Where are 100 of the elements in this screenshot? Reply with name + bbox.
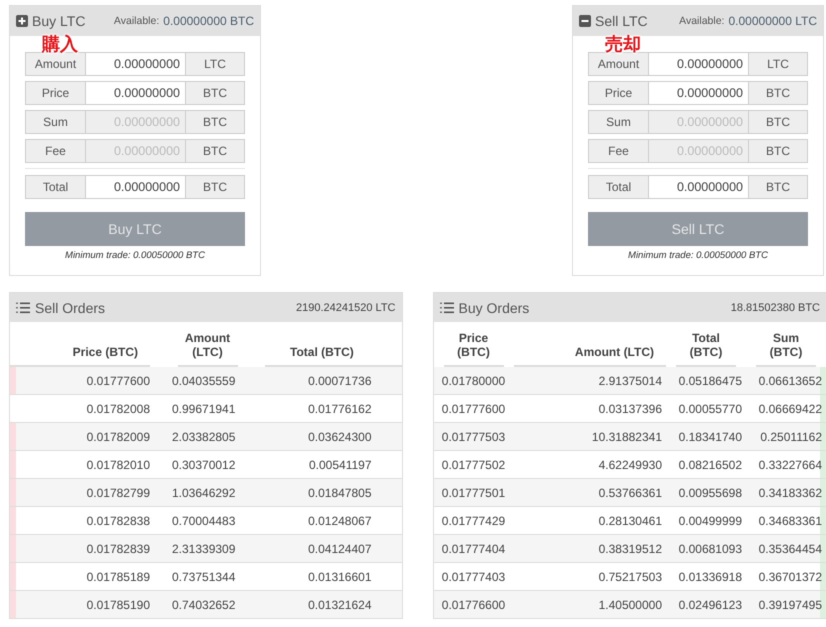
input-field[interactable]: 0.00000000	[649, 52, 748, 76]
table-cell-text: 1.03646292	[171, 486, 236, 500]
table-cell-text: 0.01777429	[440, 514, 506, 528]
table-cell-text: 2.31339309	[171, 542, 236, 556]
unit-label: BTC	[185, 175, 245, 199]
field-label: Total	[25, 175, 86, 199]
plus-square-icon	[16, 15, 28, 27]
field-label: Amount	[588, 52, 649, 76]
table-cell-text: 0.03624300	[307, 430, 372, 444]
table-cell-text: 0.04035559	[171, 374, 236, 388]
table-cell-text: 0.01776600	[440, 598, 506, 612]
panel-title: Sell Orders	[35, 300, 106, 316]
table-cell-text: 0.01777404	[440, 542, 506, 556]
field-label: Fee	[25, 139, 86, 163]
minimum-trade-note: Minimum trade: 0.00050000 BTC	[627, 250, 769, 261]
table-cell-text: 0.01777600	[86, 374, 150, 388]
table-cell-text: 0.00681093	[678, 542, 743, 556]
table-cell-text: 2.03382805	[171, 430, 236, 444]
table-cell-text: 0.28130461	[598, 514, 663, 528]
table-cell-text: 0.25011162	[759, 430, 823, 444]
table-cell-text: 0.01321624	[307, 598, 372, 612]
table-cell-text: 0.34683361	[758, 514, 823, 528]
table-cell-text: 0.00955698	[678, 486, 743, 500]
table-cell-text: 0.74032652	[171, 598, 236, 612]
field-label: Total	[588, 175, 649, 199]
table-cell-text: 0.01780000	[440, 374, 506, 388]
table-cell-text: 0.18341740	[678, 430, 743, 444]
panel-title: Buy LTC	[32, 13, 86, 29]
table-cell-text: 0.99671941	[171, 402, 236, 416]
table-cell-text: 0.30370012	[171, 458, 236, 472]
table-cell-text: 4.62249930	[598, 458, 663, 472]
table-cell-text: 0.01316601	[307, 570, 372, 584]
table-cell-text: 0.38319512	[598, 542, 663, 556]
minus-square-icon	[579, 15, 591, 27]
table-cell-text: 0.01777502	[440, 458, 506, 472]
table-cell-text: 2.91375014	[598, 374, 663, 388]
table-cell-text: 0.06613652	[758, 374, 823, 388]
table-cell-text: 0.08216502	[678, 458, 743, 472]
table-cell-text: 0.02496123	[678, 598, 743, 612]
field-label: Sum	[25, 110, 86, 134]
table-cell-text: 0.00055770	[678, 402, 743, 416]
table-cell-text: 0.73751344	[171, 570, 236, 584]
table-cell-text: 0.01777600	[440, 402, 506, 416]
table-cell-text: 0.01777403	[440, 570, 506, 584]
table-cell-text: 0.70004483	[171, 514, 236, 528]
table-cell-text: 0.01336918	[678, 570, 743, 584]
table-cell-text: 0.01782838	[86, 514, 150, 528]
unit-label: BTC	[748, 139, 808, 163]
table-cell-text: 0.01782008	[86, 402, 150, 416]
unit-label: BTC	[748, 81, 808, 105]
field-label: Sum	[588, 110, 649, 134]
minimum-trade-note: Minimum trade: 0.00050000 BTC	[64, 250, 206, 261]
table-cell-text: 0.75217503	[598, 570, 663, 584]
unit-label: BTC	[185, 139, 245, 163]
table-cell-text: 0.06669422	[758, 402, 823, 416]
table-cell-text: 0.01785190	[86, 598, 150, 612]
total-volume: 2190.24241520 LTC	[296, 302, 396, 314]
table-cell-text: 0.36701372	[758, 570, 823, 584]
table-cell-text: 0.03137396	[598, 402, 663, 416]
table-cell-text: 0.01782799	[86, 486, 150, 500]
table-cell-text: 0.01777503	[440, 430, 506, 444]
table-cell-text: 0.00499999	[678, 514, 743, 528]
input-field[interactable]: 0.00000000	[649, 81, 748, 105]
table-cell-text: 0.01782009	[86, 430, 150, 444]
field-label: Price	[588, 81, 649, 105]
available-label: Available:	[114, 15, 160, 27]
unit-label: LTC	[748, 52, 808, 76]
input-field[interactable]: 0.00000000	[649, 175, 748, 199]
table-cell-text: 0.34183362	[758, 486, 823, 500]
table-cell-text: 0.39197495	[758, 598, 823, 612]
panel-title: Sell LTC	[595, 13, 648, 29]
input-field[interactable]: 0.00000000	[86, 175, 185, 199]
panel-title: Buy Orders	[458, 300, 530, 316]
table-cell-text: 0.04124407	[307, 542, 372, 556]
unit-label: BTC	[748, 110, 808, 134]
table-cell-text: 0.01776162	[307, 402, 372, 416]
table-cell-text: 0.00071736	[307, 374, 372, 388]
table-cell-text: 0.00541197	[308, 458, 372, 472]
table-cell-text: 0.05186475	[678, 374, 743, 388]
table-cell-text: 0.33227664	[758, 458, 823, 472]
total-volume: 18.81502380 BTC	[730, 302, 820, 314]
input-field[interactable]: 0.00000000	[86, 52, 185, 76]
numbered-list-icon	[16, 302, 30, 314]
available-value: 0.00000000 BTC	[163, 14, 254, 28]
numbered-list-icon	[440, 302, 454, 314]
table-cell-text: 0.01782010	[86, 458, 150, 472]
table-cell-text: 0.35364454	[758, 542, 823, 556]
input-field[interactable]: 0.00000000	[86, 81, 185, 105]
table-cell-text: 0.01777501	[440, 486, 506, 500]
table-cell-text: 0.01847805	[307, 486, 372, 500]
table-cell-text: 0.01785189	[86, 570, 150, 584]
unit-label: BTC	[185, 81, 245, 105]
table-cell-text: 1.40500000	[598, 598, 663, 612]
table-cell-text: 0.01248067	[307, 514, 372, 528]
table-cell-text: 0.53766361	[598, 486, 663, 500]
field-label: Amount	[25, 52, 86, 76]
available-label: Available:	[679, 15, 724, 27]
table-cell-text: 0.01782839	[86, 542, 150, 556]
unit-label: LTC	[185, 52, 245, 76]
unit-label: BTC	[748, 175, 808, 199]
